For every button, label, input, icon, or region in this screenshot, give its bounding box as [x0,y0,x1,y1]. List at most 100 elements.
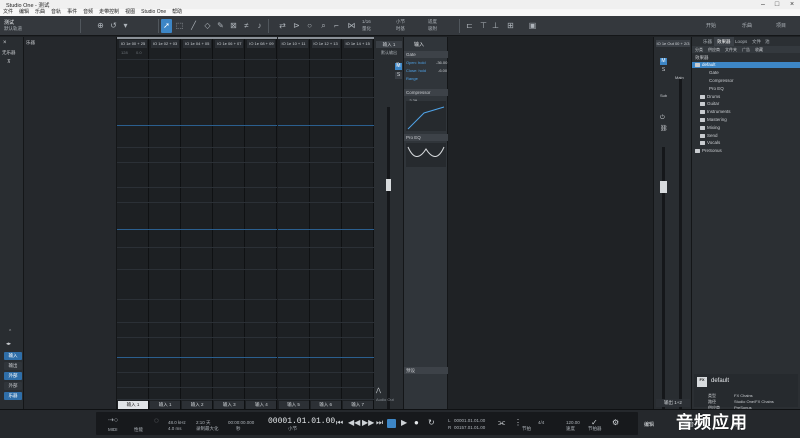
add-icon[interactable]: ⊼ [7,59,11,65]
cursor-follow-icon[interactable]: ⊏ [464,19,475,33]
tempo-icon[interactable]: ⊥ [490,19,501,33]
main-out-io[interactable]: IO 1e Out 00 + 2/3 [656,40,690,47]
channel-io[interactable]: IO 1e 06 + 07 [215,40,244,48]
menu-item[interactable]: 编辑 [16,9,32,16]
loop-transport-icon[interactable]: ↻ [428,418,435,427]
follow-icon[interactable]: ⊳ [291,19,302,33]
channel-name[interactable]: 输入 4 [246,401,277,409]
quantize-value[interactable]: 1/16 [362,19,371,24]
menu-item[interactable]: 事件 [64,9,80,16]
menu-item[interactable]: 乐曲 [32,9,48,16]
maximize-icon[interactable]: □ [770,0,784,9]
wrench-icon[interactable]: ⚙ [612,418,619,427]
split-tool-icon[interactable]: ╱ [188,19,199,33]
nav-icon[interactable]: ◂▸ [6,341,11,347]
range-tool-icon[interactable]: ⬚ [174,19,185,33]
mixer-channel[interactable]: IO 1e 02 + 03 输入 1 [149,37,182,409]
edit-button[interactable]: 编辑 [644,421,654,428]
strip-fader-track[interactable] [387,107,390,417]
browser-folder[interactable]: Mastering [700,117,727,122]
mute-tool-icon[interactable]: ⊠ [228,19,239,33]
window-icon[interactable]: ▣ [527,19,538,33]
loop-icon[interactable]: ↺ [108,19,119,33]
instrument-button[interactable]: 乐器 [4,392,22,400]
power-icon[interactable]: ⏻ [660,115,665,122]
subtab[interactable]: 文件夹 [725,46,737,53]
song-button[interactable]: 乐曲 [742,22,752,29]
search-icon[interactable]: ⌕ [318,19,329,33]
snap-icon[interactable]: ⌐ [331,19,342,33]
browser-item-default[interactable]: default [692,62,800,68]
browser-folder[interactable]: Vocals [700,140,720,145]
bend-tool-icon[interactable]: ≠ [241,19,252,33]
channel-name[interactable]: 输入 7 [342,401,373,409]
tab-pool[interactable]: 池 [762,37,773,46]
project-button[interactable]: 项目 [776,22,786,29]
mixer-channel[interactable]: IO 1e 06 + 07 输入 3 [213,37,246,409]
loop-left[interactable]: 00001.01.01.00 [454,418,485,423]
gate-header[interactable]: Gate [404,51,448,58]
mixer-channel[interactable]: IO 1e 00 + 25 128 0.0 输入 1 [117,37,149,409]
comp-header[interactable]: Compressor [404,89,448,96]
subtab[interactable]: 分类 [695,46,703,53]
eq-header[interactable]: Pro EQ [404,134,448,141]
minimize-icon[interactable]: – [756,0,770,9]
channel-name[interactable]: 输入 6 [310,401,341,409]
input-button[interactable]: 输入 [4,352,22,360]
browser-folder[interactable]: Send [700,133,718,138]
listen-tool-icon[interactable]: ♪ [254,19,265,33]
main-fader-handle[interactable] [660,181,667,193]
output-button[interactable]: 输出 [4,362,22,370]
tab-effects[interactable]: 效果器 [714,37,734,46]
external-button-2[interactable]: 外部 [4,382,22,390]
channel-io[interactable]: IO 1e 04 + 05 [183,40,212,48]
menu-item[interactable]: 音轨 [48,9,64,16]
menu-item[interactable]: 音频 [80,9,96,16]
browser-folder[interactable]: Guitar [700,101,719,106]
mixer-channel[interactable]: IO 1e 08 + 09 输入 4 [245,37,278,409]
nav-up-icon[interactable]: ⌃ [8,329,12,335]
mixer-channel[interactable]: IO 1e 14 + 15 输入 7 [341,37,374,409]
channel-io[interactable]: IO 1e 12 + 13 [311,40,340,48]
play-icon[interactable]: ▶ [401,418,407,427]
mixer-channel[interactable]: IO 1e 10 + 11 输入 5 [277,37,310,409]
subtab[interactable]: 广告 [742,46,750,53]
browser-item[interactable]: Gate [709,70,719,75]
menu-item[interactable]: 文件 [0,9,16,16]
channel-name[interactable]: 输入 1 [150,401,181,409]
auto-punch-icon[interactable]: ⫘ [498,418,505,428]
channel-name[interactable]: 输入 5 [278,401,309,409]
tempo[interactable]: 120.00 [566,420,580,425]
channel-name[interactable]: 输入 1 [118,401,148,409]
paint-tool-icon[interactable]: ✎ [215,19,226,33]
start-button[interactable]: 开始 [706,22,716,29]
grid-icon[interactable]: ⊞ [505,19,516,33]
menu-item[interactable]: 视图 [122,9,138,16]
browser-item[interactable]: Pro EQ [709,86,724,91]
menu-item[interactable]: 走带控制 [96,9,122,16]
strip-fader-handle[interactable] [386,179,391,191]
main-mute-button[interactable]: M [660,58,667,65]
forward-end-icon[interactable]: ⏭ [376,418,383,428]
metronome-icon[interactable]: ▾ [120,19,131,33]
channel-io[interactable]: IO 1e 00 + 25 [119,40,147,48]
subtab[interactable]: 收藏 [755,46,763,53]
main-solo-button[interactable]: S [660,67,667,74]
link-icon[interactable]: ⛓ [660,125,668,132]
eraser-tool-icon[interactable]: ◇ [202,19,213,33]
channel-io[interactable]: IO 1e 02 + 03 [151,40,180,48]
timebase-value[interactable]: 小节 [396,19,405,25]
channel-io[interactable]: IO 1e 14 + 15 [343,40,372,48]
subtab[interactable]: 供应商 [708,46,720,53]
mixer-channel[interactable]: IO 1e 12 + 13 输入 6 [309,37,342,409]
stop-button[interactable] [387,419,396,428]
menu-item[interactable]: 帮助 [169,9,185,16]
close-icon[interactable]: × [785,0,799,9]
close-panel-icon[interactable]: × [3,40,7,46]
tab-loops[interactable]: Loops [732,37,750,46]
preset-footer[interactable]: 预设 [404,367,448,374]
autoscroll-icon[interactable]: ⇄ [277,19,288,33]
gate-value[interactable]: -36.00 [436,60,447,65]
bars-display[interactable]: 00001.01.01.00 [268,417,335,426]
channel-name[interactable]: 输入 3 [214,401,245,409]
